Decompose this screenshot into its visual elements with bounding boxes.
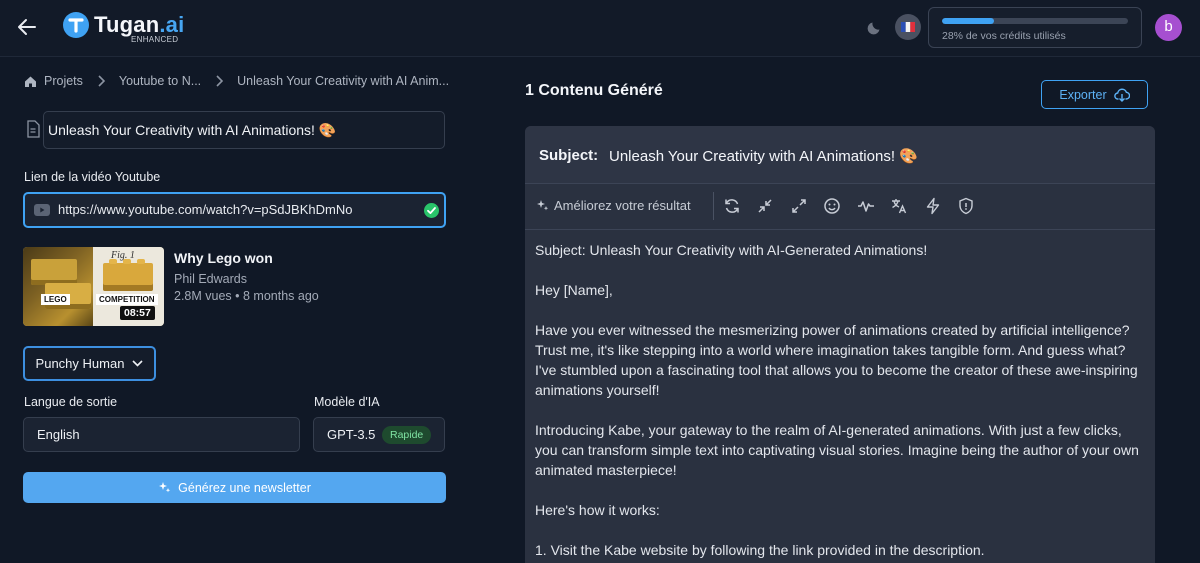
generate-newsletter-label: Générez une newsletter <box>178 480 311 495</box>
avatar[interactable]: b <box>1155 14 1182 41</box>
generated-newsletter-text[interactable]: Subject: Unleash Your Creativity with AI… <box>535 240 1147 563</box>
logo-icon <box>63 12 89 38</box>
subject-value[interactable]: Unleash Your Creativity with AI Animatio… <box>609 147 918 165</box>
output-language-label: Langue de sortie <box>24 395 118 409</box>
subject-row: Subject: Unleash Your Creativity with AI… <box>525 126 1155 184</box>
document-icon <box>26 120 40 138</box>
video-thumbnail[interactable]: LEGO Fig. 1 COMPETITION 08:57 <box>23 247 164 326</box>
generate-newsletter-button[interactable]: Générez une newsletter <box>23 472 446 503</box>
tone-wave-icon[interactable] <box>857 197 875 215</box>
output-language-select[interactable]: English <box>23 417 300 452</box>
toolbar-divider <box>713 192 714 220</box>
paragraph: Have you ever witnessed the mesmerizing … <box>535 322 1138 398</box>
paragraph: Hey [Name], <box>535 282 613 298</box>
ai-model-label: Modèle d'IA <box>314 395 380 409</box>
video-meta: 2.8M vues • 8 months ago <box>174 289 319 303</box>
youtube-icon <box>34 204 50 216</box>
shorten-icon[interactable] <box>756 197 774 215</box>
regenerate-icon[interactable] <box>723 197 741 215</box>
export-label: Exporter <box>1059 87 1107 102</box>
expand-icon[interactable] <box>790 197 808 215</box>
project-title-input[interactable]: Unleash Your Creativity with AI Animatio… <box>43 111 445 149</box>
writing-style-value: Punchy Human <box>35 356 125 371</box>
translate-icon[interactable] <box>890 197 908 215</box>
generated-content-card: Subject: Unleash Your Creativity with AI… <box>525 126 1155 563</box>
shield-icon[interactable] <box>957 197 975 215</box>
breadcrumb-item-current: Unleash Your Creativity with AI Anim... <box>237 74 450 88</box>
cloud-download-icon <box>1113 88 1130 102</box>
credits-progress-fill <box>942 18 995 24</box>
sparkles-icon <box>536 199 549 212</box>
top-bar: Tugan.ai ENHANCED 28% de vos crédits uti… <box>0 0 1200 57</box>
ai-model-select[interactable]: GPT-3.5 Rapide <box>313 417 445 452</box>
breadcrumb: Projets Youtube to N... Unleash Your Cre… <box>24 72 449 90</box>
credits-usage: 28% de vos crédits utilisés <box>928 7 1142 48</box>
lightning-icon[interactable] <box>924 197 942 215</box>
thumbnail-label-right: COMPETITION <box>96 294 158 305</box>
generated-content-heading: 1 Contenu Généré <box>525 82 663 99</box>
ai-model-value: GPT-3.5 <box>327 427 376 442</box>
paragraph: 1. Visit the Kabe website by following t… <box>535 542 985 558</box>
export-button[interactable]: Exporter <box>1041 80 1148 109</box>
editor-toolbar: Améliorez votre résultat <box>525 184 1155 230</box>
breadcrumb-item-projects[interactable]: Projets <box>44 74 83 88</box>
breadcrumb-item-youtube[interactable]: Youtube to N... <box>119 74 201 88</box>
video-duration: 08:57 <box>120 306 155 320</box>
back-arrow-icon[interactable] <box>14 14 40 40</box>
smiley-icon[interactable] <box>823 197 841 215</box>
chevron-right-icon <box>215 75 224 87</box>
video-channel: Phil Edwards <box>174 272 247 286</box>
paragraph: Here's how it works: <box>535 502 660 518</box>
language-flag-icon[interactable] <box>895 14 921 40</box>
paragraph: Subject: Unleash Your Creativity with AI… <box>535 242 928 258</box>
credits-text: 28% de vos crédits utilisés <box>942 30 1066 42</box>
logo-subtitle: ENHANCED <box>131 35 179 44</box>
chevron-down-icon <box>132 360 144 367</box>
home-icon[interactable] <box>24 75 37 88</box>
logo-accent: .ai <box>159 12 185 37</box>
sparkles-icon <box>158 481 171 494</box>
logo-name: Tugan <box>94 12 160 37</box>
improve-result-label: Améliorez votre résultat <box>554 198 691 213</box>
model-speed-badge: Rapide <box>382 426 432 444</box>
writing-style-dropdown[interactable]: Punchy Human <box>23 346 156 381</box>
moon-icon[interactable] <box>866 18 884 36</box>
chevron-right-icon <box>97 75 105 87</box>
thumbnail-lego-half: LEGO <box>23 247 93 326</box>
youtube-url-value: https://www.youtube.com/watch?v=pSdJBKhD… <box>58 202 353 217</box>
youtube-url-input[interactable]: https://www.youtube.com/watch?v=pSdJBKhD… <box>23 192 446 228</box>
subject-label: Subject: <box>539 147 599 164</box>
paragraph: Introducing Kabe, your gateway to the re… <box>535 422 1139 478</box>
youtube-link-label: Lien de la vidéo Youtube <box>24 170 161 184</box>
thumbnail-label-left: LEGO <box>41 294 70 305</box>
video-title[interactable]: Why Lego won <box>174 250 273 266</box>
credits-progress-bar <box>942 18 1128 24</box>
improve-result-button[interactable]: Améliorez votre résultat <box>536 198 691 213</box>
check-icon <box>424 203 439 218</box>
